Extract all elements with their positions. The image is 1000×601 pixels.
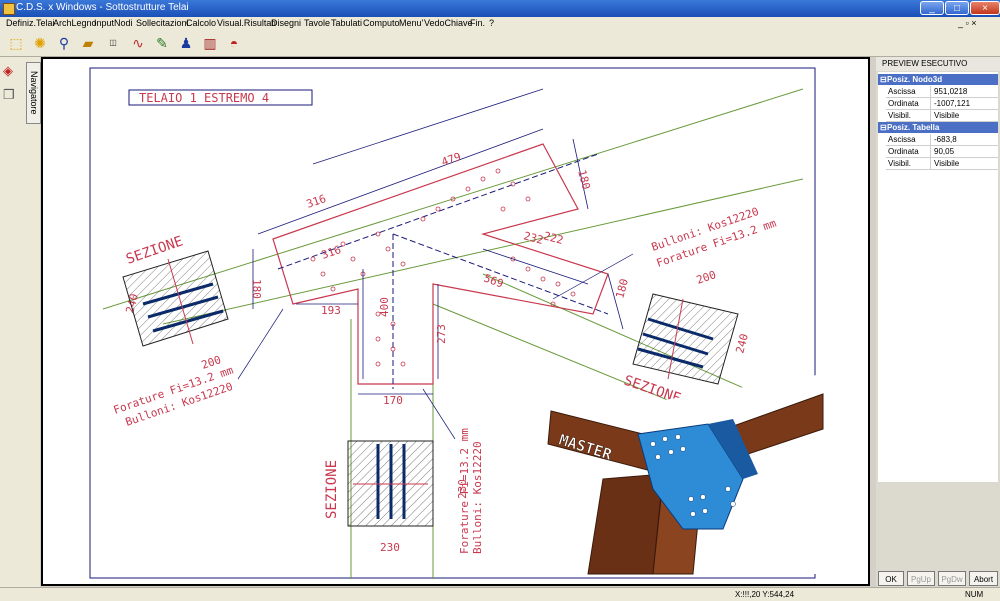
dim-316-a: 316: [305, 192, 328, 211]
dim-180-b: 180: [250, 279, 263, 299]
menu-sollecitazioni[interactable]: Sollecitazioni: [136, 18, 189, 28]
menu-fin[interactable]: Fin.: [470, 18, 485, 28]
note-drilling-bottom: Forature Fi=13.2 mm: [458, 428, 471, 554]
dim-569: 569: [482, 272, 505, 291]
collapse-icon[interactable]: ⊟: [880, 122, 887, 133]
group-posiz-nodo3d[interactable]: ⊟ Posiz. Nodo3d: [878, 74, 998, 85]
select-window-icon[interactable]: ⬚: [6, 33, 26, 53]
dim-240-b: 240: [733, 332, 751, 355]
drawing-title: TELAIO 1 ESTREMO 4: [139, 91, 269, 105]
menu-help[interactable]: ?: [489, 18, 494, 28]
prop-row[interactable]: Ascissa -683,8: [886, 134, 998, 146]
section-detail-left: [122, 250, 229, 347]
ok-button[interactable]: OK: [878, 571, 904, 586]
shoe-icon[interactable]: ◓: [224, 33, 244, 53]
frame-icon[interactable]: ▥: [200, 33, 220, 53]
curve-icon[interactable]: ∿: [128, 33, 148, 53]
dim-170: 170: [383, 394, 403, 407]
dim-232: 232: [522, 229, 545, 247]
dim-193: 193: [321, 304, 341, 317]
leader-lines: [237, 253, 634, 440]
menu-bar: Definiz.Telai ArchLegno InputNodi Sollec…: [0, 17, 1000, 31]
property-grid: ⊟ Posiz. Nodo3d Ascissa 951,0218 Ordinata -…: [878, 72, 998, 482]
coords-readout: X:!!!,20 Y:544,24: [735, 590, 795, 599]
window-title: C.D.S. x Windows - Sottostrutture Telai: [16, 2, 189, 13]
prop-row[interactable]: Ordinata 90,05: [886, 146, 998, 158]
menu-tabulati[interactable]: Tabulati: [331, 18, 362, 28]
menu-definiz-telai[interactable]: Definiz.Telai: [6, 18, 55, 28]
status-bar: X:!!!,20 Y:544,24 NUM: [0, 587, 1000, 601]
menu-computo[interactable]: Computo: [363, 18, 400, 28]
drawing-frame: TELAIO 1 ESTREMO 4 479 316 316 180 180 1…: [41, 57, 870, 586]
dim-200-b: 200: [695, 268, 718, 287]
prop-row[interactable]: Ascissa 951,0218: [886, 86, 998, 98]
preview-panel: PREVIEW ESECUTIVO ⊟ Posiz. Nodo3d Ascissa…: [876, 57, 1000, 587]
section-detail-right: [632, 293, 739, 385]
layers-icon[interactable]: ◈: [3, 63, 13, 79]
sun-icon[interactable]: ✺: [30, 33, 50, 53]
num-lock-indicator: NUM: [965, 590, 984, 599]
group-posiz-tabella[interactable]: ⊟ Posiz. Tabella: [878, 122, 998, 133]
wood-illustration: MASTER: [547, 374, 824, 575]
menu-archlegno[interactable]: ArchLegno: [53, 18, 97, 28]
dim-230-b: 230: [380, 541, 400, 554]
abort-button[interactable]: Abort: [969, 571, 998, 586]
menu-menu[interactable]: Menu': [399, 18, 423, 28]
technical-drawing: TELAIO 1 ESTREMO 4 479 316 316 180 180 1…: [89, 67, 824, 579]
prop-row[interactable]: Visibil. Visibile: [886, 110, 998, 122]
maximize-button[interactable]: □: [945, 1, 969, 15]
pages-icon[interactable]: ❒: [3, 87, 15, 103]
beam-axis-2: [392, 233, 609, 315]
drawing-canvas[interactable]: TELAIO 1 ESTREMO 4 479 316 316 180 180 1…: [43, 59, 868, 584]
pgup-button[interactable]: PgUp: [907, 571, 935, 586]
dim-479: 479: [440, 150, 463, 169]
dim-180-a: 180: [575, 168, 593, 191]
section-detail-bottom: [347, 440, 434, 527]
connection-plate: [272, 143, 609, 385]
magnifier-icon[interactable]: ⚲: [54, 33, 74, 53]
section-label-bottom: SEZIONE: [324, 460, 340, 519]
menu-visual-risultati[interactable]: Visual.Risultati: [217, 18, 276, 28]
app-icon: [3, 3, 15, 15]
dimension-lines: [252, 88, 624, 395]
panel-title: PREVIEW ESECUTIVO: [876, 57, 1000, 71]
prop-row[interactable]: Ordinata -1007,121: [886, 98, 998, 110]
menu-vedochiave[interactable]: VedoChiave: [424, 18, 473, 28]
person-icon[interactable]: ♟: [176, 33, 196, 53]
menu-tavole[interactable]: Tavole: [304, 18, 330, 28]
note-bolts-bottom: Bulloni: Kos12220: [471, 441, 484, 554]
toolbar: ⬚ ✺ ⚲ ▰ ◫ ∿ ✎ ♟ ▥ ◓: [0, 31, 1000, 57]
dim-222: 222: [542, 229, 565, 247]
onoff-icon[interactable]: ◫: [103, 33, 123, 53]
title-bar: C.D.S. x Windows - Sottostrutture Telai …: [0, 0, 1000, 17]
dim-180-c: 180: [613, 277, 631, 300]
minimize-button[interactable]: _: [920, 1, 944, 15]
menu-disegni[interactable]: Disegni: [271, 18, 301, 28]
prop-row[interactable]: Visibil. Visibile: [886, 158, 998, 170]
dim-316-b: 316: [320, 243, 343, 262]
menu-calcolo[interactable]: Calcolo: [186, 18, 216, 28]
mdi-window-controls[interactable]: _ ▫ ×: [958, 18, 976, 28]
dim-400: 400: [378, 297, 391, 317]
dim-273: 273: [435, 324, 448, 344]
close-button[interactable]: ×: [970, 1, 1000, 15]
collapse-icon[interactable]: ⊟: [880, 74, 887, 85]
pgdw-button[interactable]: PgDw: [938, 571, 966, 586]
left-strip: ◈ ❒: [0, 57, 40, 587]
menu-inputnodi[interactable]: InputNodi: [94, 18, 133, 28]
navigator-tab[interactable]: Navigatore: [26, 62, 41, 124]
beam-icon[interactable]: ✎: [152, 33, 172, 53]
folder-icon[interactable]: ▰: [78, 33, 98, 53]
